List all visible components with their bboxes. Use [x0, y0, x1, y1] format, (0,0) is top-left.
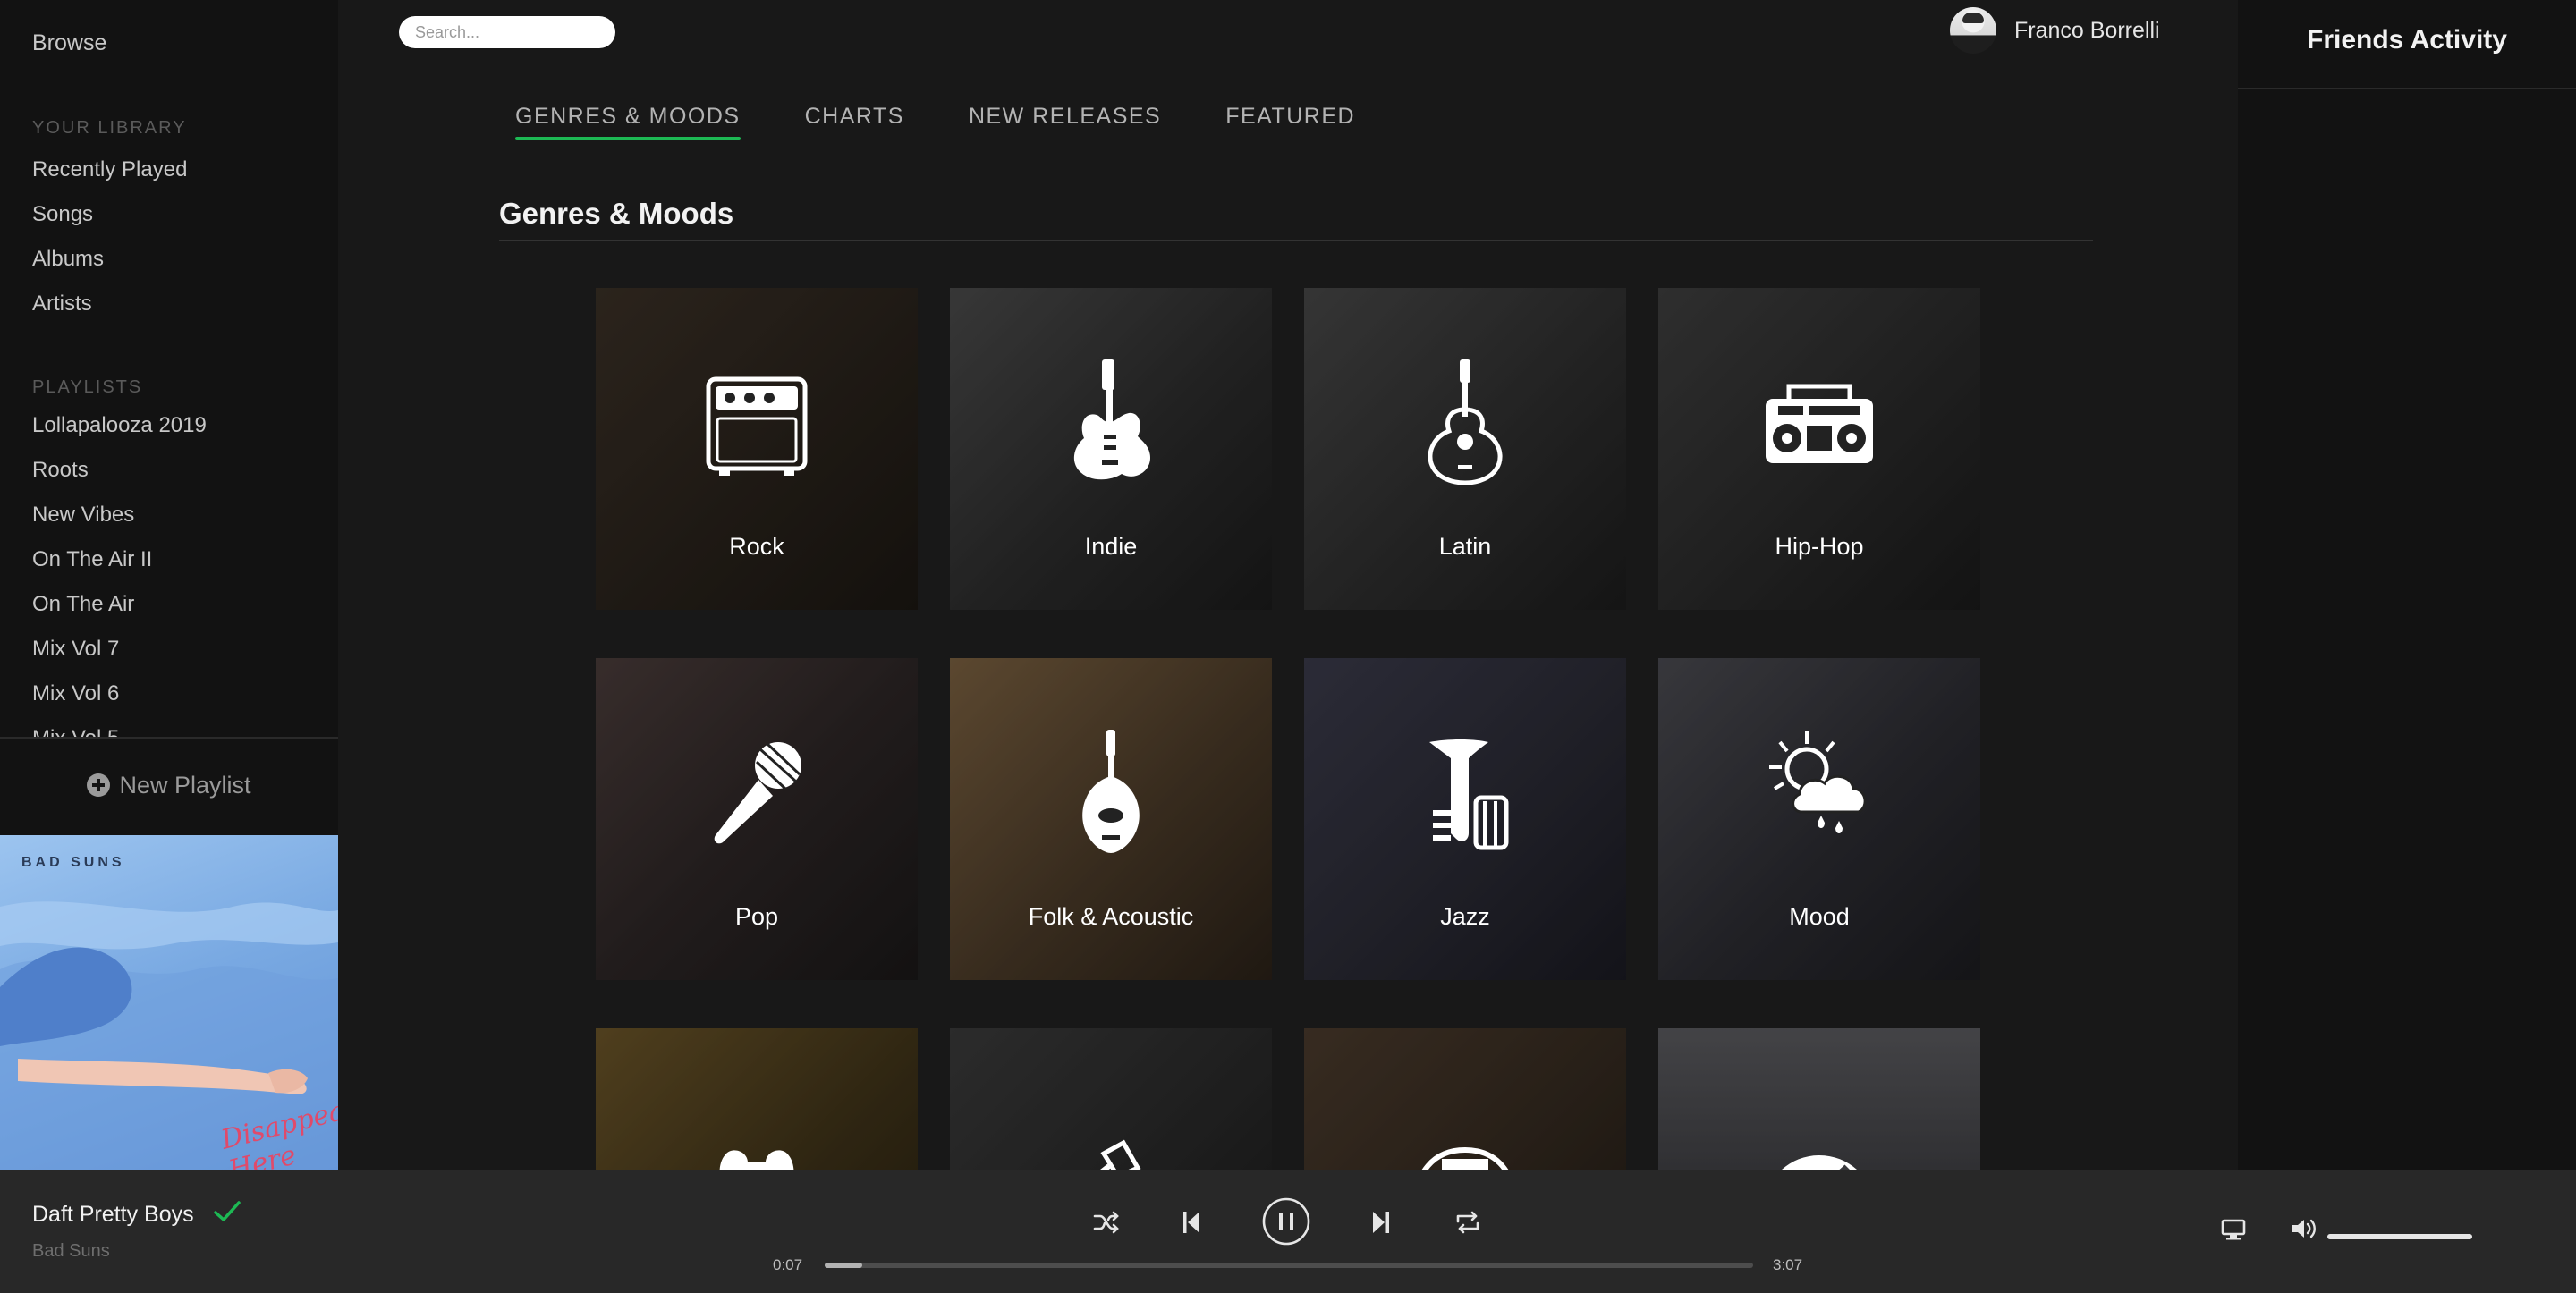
armchair-icon — [719, 1150, 794, 1170]
avatar — [1950, 7, 1996, 54]
genre-tile-latin[interactable]: Latin — [1304, 288, 1626, 610]
weather-icon — [1769, 731, 1867, 833]
genre-tile-hip-hop[interactable]: Hip-Hop — [1658, 288, 1980, 610]
friends-divider — [2238, 88, 2576, 89]
previous-track-button[interactable] — [1181, 1209, 1202, 1236]
album-band-text: BAD SUNS — [21, 855, 125, 870]
aztec-mask-icon — [1421, 1146, 1509, 1170]
library-section-title: YOUR LIBRARY — [32, 118, 187, 138]
playlist-item[interactable]: Mix Vol 7 — [32, 637, 119, 662]
horn-icon — [1429, 739, 1509, 850]
sidebar-item-albums[interactable]: Albums — [32, 247, 104, 272]
sidebar-item-recently-played[interactable]: Recently Played — [32, 157, 187, 182]
genre-tile-focus[interactable] — [950, 1028, 1272, 1170]
sidebar-item-songs[interactable]: Songs — [32, 202, 93, 227]
genre-label: Latin — [1438, 533, 1492, 560]
playlist-item[interactable]: Lollapalooza 2019 — [32, 413, 207, 438]
genre-label: Rock — [729, 533, 784, 560]
user-name: Franco Borrelli — [2014, 17, 2160, 43]
friends-panel: Friends Activity — [2238, 0, 2576, 1170]
pause-button[interactable] — [1261, 1196, 1311, 1247]
saved-check-icon[interactable] — [213, 1200, 242, 1223]
tab-charts[interactable]: CHARTS — [805, 104, 904, 137]
section-divider — [499, 240, 2093, 241]
genre-label: Indie — [1084, 533, 1138, 560]
electric-guitar-icon — [1073, 359, 1150, 480]
amplifier-icon — [706, 376, 808, 476]
volume-slider[interactable] — [2327, 1234, 2472, 1239]
music-app: Browse YOUR LIBRARY Recently Played Song… — [0, 0, 2576, 1293]
playlist-item[interactable]: Roots — [32, 458, 89, 483]
browse-tabs: GENRES & MOODS CHARTS NEW RELEASES FEATU… — [515, 104, 1355, 140]
page-title: Genres & Moods — [499, 197, 734, 230]
sidebar-item-browse[interactable]: Browse — [32, 30, 106, 56]
now-playing-album-art[interactable]: BAD SUNS Disappear Here — [0, 835, 338, 1170]
user-menu[interactable]: Franco Borrelli — [1950, 7, 2160, 54]
genre-tile-indie[interactable]: Indie — [950, 288, 1272, 610]
playlist-list: Lollapalooza 2019 Roots New Vibes On The… — [0, 408, 338, 739]
genre-label: Jazz — [1440, 903, 1490, 930]
progress-fill — [825, 1263, 862, 1268]
new-playlist-button[interactable]: New Playlist — [0, 765, 338, 805]
genre-tile-chill[interactable] — [596, 1028, 918, 1170]
desk-lamp-icon — [1100, 1139, 1141, 1170]
playlist-item[interactable]: Mix Vol 6 — [32, 681, 119, 706]
track-artist[interactable]: Bad Suns — [32, 1241, 110, 1262]
genre-tile-culture[interactable] — [1304, 1028, 1626, 1170]
genre-tile-pop[interactable]: Pop — [596, 658, 918, 980]
sidebar-divider — [0, 737, 338, 739]
genre-tile-jazz[interactable]: Jazz — [1304, 658, 1626, 980]
plus-circle-icon — [87, 773, 111, 797]
repeat-button[interactable] — [1454, 1209, 1481, 1236]
search-input[interactable] — [399, 16, 615, 48]
progress-bar[interactable] — [825, 1263, 1753, 1268]
volume-fill — [2327, 1234, 2472, 1239]
genre-label: Folk & Acoustic — [1028, 903, 1194, 930]
genre-tile-folk-acoustic[interactable]: Folk & Acoustic — [950, 658, 1272, 980]
boombox-icon — [1766, 384, 1873, 463]
volume-icon[interactable] — [2290, 1216, 2317, 1241]
track-title[interactable]: Daft Pretty Boys — [32, 1202, 194, 1228]
tab-new-releases[interactable]: NEW RELEASES — [969, 104, 1161, 137]
playlist-item[interactable]: On The Air II — [32, 547, 152, 572]
tab-genres-moods[interactable]: GENRES & MOODS — [515, 104, 741, 140]
genre-tile-rock[interactable]: Rock — [596, 288, 918, 610]
acoustic-guitar-icon — [1428, 359, 1503, 485]
mandolin-icon — [1082, 730, 1140, 853]
new-playlist-label: New Playlist — [119, 771, 251, 799]
genre-tile-coffee[interactable] — [1658, 1028, 1980, 1170]
duration-time: 3:07 — [1773, 1256, 1803, 1273]
friends-title: Friends Activity — [2307, 25, 2507, 55]
playlists-section-title: PLAYLISTS — [32, 377, 143, 397]
sidebar: Browse YOUR LIBRARY Recently Played Song… — [0, 0, 338, 1170]
devices-button[interactable] — [2220, 1218, 2247, 1241]
microphone-icon — [714, 742, 801, 844]
player-bar: Daft Pretty Boys Bad Suns 0:07 3:07 — [0, 1170, 2576, 1293]
shuffle-button[interactable] — [1093, 1211, 1120, 1234]
genre-tile-mood[interactable]: Mood — [1658, 658, 1980, 980]
playlist-item[interactable]: On The Air — [32, 592, 134, 617]
next-track-button[interactable] — [1370, 1209, 1392, 1236]
genre-label: Mood — [1789, 903, 1850, 930]
playlist-item[interactable]: New Vibes — [32, 503, 134, 528]
elapsed-time: 0:07 — [773, 1256, 803, 1273]
genre-label: Hip-Hop — [1775, 533, 1864, 560]
coffee-bean-icon — [1782, 1155, 1857, 1170]
tab-featured[interactable]: FEATURED — [1225, 104, 1355, 137]
sidebar-item-artists[interactable]: Artists — [32, 292, 92, 317]
genre-label: Pop — [734, 903, 779, 930]
